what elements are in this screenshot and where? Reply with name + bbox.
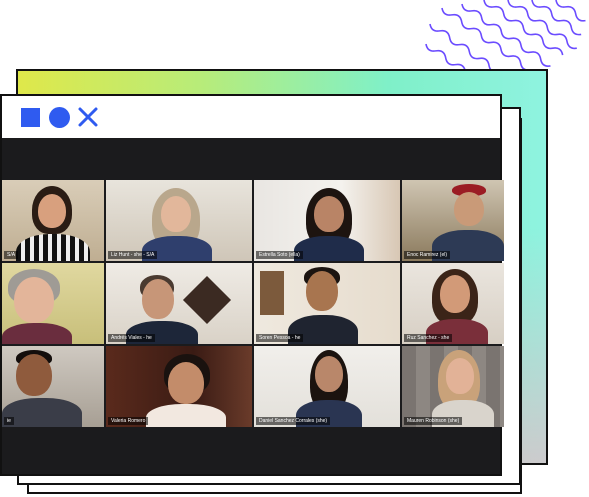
participant-name-label: Estrella Soto (ella) bbox=[256, 251, 303, 259]
video-grid: S/A Liz Hunt - she - S/A Estrella Soto (… bbox=[2, 138, 504, 474]
circle-icon[interactable] bbox=[49, 107, 70, 128]
participant-tile[interactable]: Daniel Sanchez Corrales (she) bbox=[254, 346, 400, 427]
participant-tile[interactable]: Liz Hunt - she - S/A bbox=[106, 180, 252, 261]
participant-tile[interactable]: Ruz Sanchez - she bbox=[402, 263, 504, 344]
participant-tile[interactable]: Valeria Romero bbox=[106, 346, 252, 427]
participant-name-label: Soren Pessoa - he bbox=[256, 334, 304, 342]
participant-tile[interactable]: Andrés Viales - he bbox=[106, 263, 252, 344]
participant-tile[interactable]: Mauren Robinson (she) bbox=[402, 346, 504, 427]
video-call-window: S/A Liz Hunt - she - S/A Estrella Soto (… bbox=[0, 94, 504, 476]
window-titlebar bbox=[2, 96, 500, 138]
participant-name-label: Daniel Sanchez Corrales (she) bbox=[256, 417, 331, 425]
participant-name-label: ie bbox=[4, 417, 14, 425]
participant-tile[interactable]: ie bbox=[2, 346, 104, 427]
participant-tile[interactable]: S/A bbox=[2, 180, 104, 261]
participant-name-label: Andrés Viales - he bbox=[108, 334, 155, 342]
square-icon[interactable] bbox=[21, 108, 40, 127]
participant-name-label: Liz Hunt - she - S/A bbox=[108, 251, 158, 259]
close-icon[interactable] bbox=[77, 106, 99, 128]
participant-tile[interactable] bbox=[2, 263, 104, 344]
participant-name-label: S/A bbox=[4, 251, 19, 259]
participant-tile[interactable]: Estrella Soto (ella) bbox=[254, 180, 400, 261]
participant-name-label: Ruz Sanchez - she bbox=[404, 334, 453, 342]
participant-tile[interactable]: Soren Pessoa - he bbox=[254, 263, 400, 344]
participant-name-label: Valeria Romero bbox=[108, 417, 149, 425]
participant-name-label: Mauren Robinson (she) bbox=[404, 417, 463, 425]
participant-name-label: Enoc Ramirez (el) bbox=[404, 251, 451, 259]
participant-tile[interactable]: Enoc Ramirez (el) bbox=[402, 180, 504, 261]
